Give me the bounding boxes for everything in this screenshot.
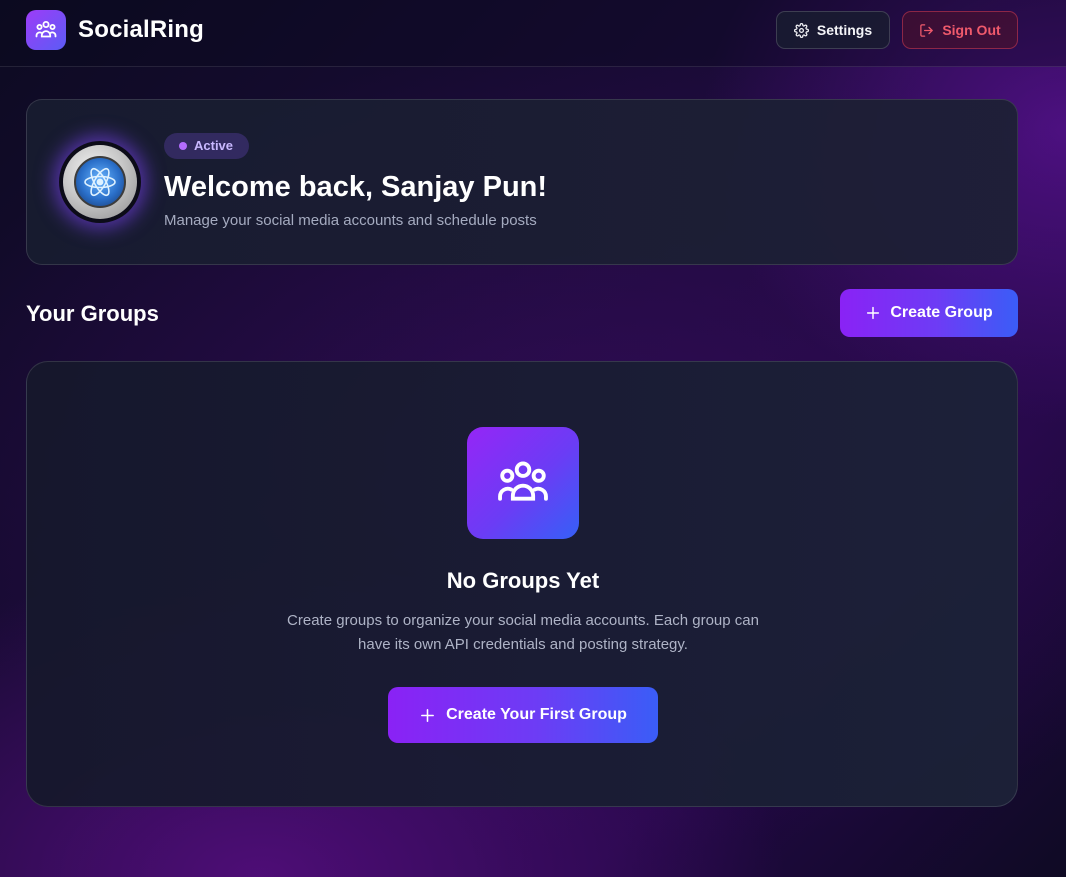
create-group-button[interactable]: Create Group	[840, 289, 1018, 337]
top-bar: SocialRing Settings Sign Out	[0, 0, 1066, 67]
sign-out-button-label: Sign Out	[942, 22, 1001, 38]
status-dot	[179, 142, 187, 150]
welcome-heading: Welcome back, Sanjay Pun!	[164, 171, 548, 203]
create-first-group-button-label: Create Your First Group	[446, 706, 627, 723]
welcome-card: Active Welcome back, Sanjay Pun! Manage …	[26, 99, 1018, 265]
welcome-subtitle: Manage your social media accounts and sc…	[164, 212, 537, 229]
create-first-group-button[interactable]: Create Your First Group	[388, 687, 658, 743]
atom-icon	[84, 167, 116, 197]
app-title: SocialRing	[78, 16, 205, 43]
status-badge-label: Active	[194, 138, 234, 153]
avatar-frame	[63, 145, 137, 219]
users-icon	[498, 461, 548, 501]
avatar[interactable]	[59, 141, 141, 223]
status-badge: Active	[164, 133, 250, 159]
create-group-button-label: Create Group	[890, 304, 993, 321]
settings-button-label: Settings	[816, 22, 873, 38]
sign-out-button[interactable]: Sign Out	[902, 11, 1018, 49]
plus-icon	[421, 708, 435, 722]
logout-icon	[920, 23, 934, 37]
avatar-image	[74, 156, 126, 208]
empty-state-icon-box	[467, 427, 579, 539]
gear-icon	[793, 22, 809, 38]
users-icon	[35, 21, 57, 38]
empty-state-title: No Groups Yet	[446, 568, 600, 593]
settings-button[interactable]: Settings	[776, 11, 890, 49]
groups-heading: Your Groups	[26, 301, 159, 326]
empty-state-card: No Groups Yet Create groups to organize …	[26, 361, 1018, 807]
app-logo[interactable]	[26, 10, 66, 50]
plus-icon	[867, 306, 880, 320]
empty-state-description: Create groups to organize your social me…	[287, 612, 759, 653]
